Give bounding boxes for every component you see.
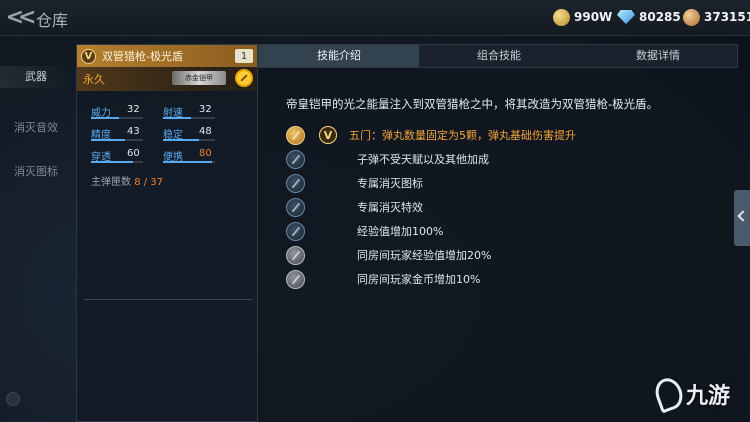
- ammo-info: 主弹匣数 8 / 37: [91, 173, 163, 188]
- stat-accuracy: 精度 43: [91, 125, 161, 143]
- stat-portability: 便携 80: [163, 147, 233, 165]
- side-expand-handle[interactable]: [734, 190, 750, 246]
- stat-power: 威力 32: [91, 103, 161, 121]
- restriction-icon[interactable]: [235, 69, 253, 87]
- tab-combo-skill[interactable]: 组合技能: [419, 45, 579, 67]
- top-bar: << 仓库 990W 80285 373151: [0, 0, 750, 36]
- feature-row: 专属消灭图标: [286, 173, 423, 193]
- stat-value: 80: [199, 148, 212, 159]
- nav-item-kill-sound[interactable]: 消灭音效: [0, 118, 72, 138]
- stat-value: 43: [127, 126, 140, 137]
- room-exp-icon: [286, 245, 305, 265]
- gold-currency: 990W: [553, 7, 612, 27]
- stat-fire-rate: 射速 32: [163, 103, 233, 121]
- feature-text: 专属消灭图标: [357, 177, 423, 190]
- shotgun-shell-icon: [286, 125, 305, 145]
- feature-text: 同房间玩家金币增加10%: [357, 273, 481, 286]
- page-title: 仓库: [36, 11, 69, 30]
- nav-item-kill-icon[interactable]: 消灭图标: [0, 162, 72, 182]
- weapon-duration: 永久: [83, 73, 105, 86]
- stat-bar: [91, 161, 133, 163]
- diamond-currency: 80285: [617, 7, 681, 27]
- stat-value: 32: [199, 104, 212, 115]
- vip-v-icon: V: [81, 48, 96, 64]
- kill-effect-icon: [286, 197, 305, 217]
- feature-row: 子弹不受天赋以及其他加成: [286, 149, 489, 169]
- back-icon[interactable]: <<: [4, 4, 37, 30]
- bullet-icon: [286, 149, 305, 169]
- ammo-value: 8 / 37: [134, 177, 164, 188]
- skill-content: 帝皇铠甲的光之能量注入到双管猎枪之中，将其改造为双管猎枪-极光盾。 V 五门：弹…: [258, 68, 738, 422]
- gold-amount: 990W: [574, 10, 613, 24]
- skill-description: 帝皇铠甲的光之能量注入到双管猎枪之中，将其改造为双管猎枪-极光盾。: [286, 97, 659, 111]
- vip-v-icon: V: [319, 126, 337, 144]
- weapon-name: 双管猎枪-极光盾: [102, 50, 183, 63]
- feature-text: 经验值增加100%: [357, 225, 444, 238]
- feature-row: V 五门：弹丸数量固定为5颗，弹丸基础伤害提升: [286, 125, 576, 145]
- stat-bar: [91, 117, 119, 119]
- stat-bar: [91, 139, 125, 141]
- stat-value: 60: [127, 148, 140, 159]
- stat-value: 32: [127, 104, 140, 115]
- weapon-count-badge: 1: [235, 49, 253, 63]
- weapon-subheader: 永久 赤金铠甲: [77, 67, 257, 91]
- stat-bar: [163, 139, 199, 141]
- stat-stability: 稳定 48: [163, 125, 233, 143]
- room-coin-icon: [286, 269, 305, 289]
- jiuyou-logo-icon: [651, 374, 687, 414]
- ammo-label: 主弹匣数: [91, 177, 131, 188]
- feature-text: 同房间玩家经验值增加20%: [357, 249, 492, 262]
- exp-icon: [286, 221, 305, 241]
- coin-icon: [683, 8, 700, 26]
- stat-bar: [163, 117, 191, 119]
- coin-currency: 373151: [683, 7, 750, 27]
- tab-data-details[interactable]: 数据详情: [579, 45, 737, 67]
- gold-icon: [553, 8, 570, 26]
- feature-text: 专属消灭特效: [357, 201, 423, 214]
- stat-penetration: 穿透 60: [91, 147, 161, 165]
- watermark-text: 九游: [686, 384, 731, 409]
- feature-text: 五门：弹丸数量固定为5颗，弹丸基础伤害提升: [349, 129, 576, 142]
- nav-scroll-dot: [6, 392, 20, 406]
- feature-text: 子弹不受天赋以及其他加成: [357, 153, 489, 166]
- feature-row: 同房间玩家金币增加10%: [286, 269, 480, 289]
- feature-row: 经验值增加100%: [286, 221, 443, 241]
- stat-bar: [163, 161, 212, 163]
- weapon-panel: V 双管猎枪-极光盾 1 永久 赤金铠甲 威力 32 射速 32 精度 43 稳…: [76, 44, 258, 422]
- watermark: 九游: [651, 374, 731, 414]
- panel-divider: [83, 299, 253, 300]
- stat-value: 48: [199, 126, 212, 137]
- nav-item-weapon[interactable]: 武器: [0, 66, 72, 88]
- feature-row: 同房间玩家经验值增加20%: [286, 245, 491, 265]
- coin-amount: 373151: [704, 10, 750, 24]
- diamond-amount: 80285: [639, 10, 681, 24]
- kill-icon-icon: [286, 173, 305, 193]
- diamond-icon: [617, 10, 635, 24]
- weapon-thumbnail: 赤金铠甲: [172, 71, 226, 85]
- detail-tabs: 技能介绍 组合技能 数据详情: [258, 44, 738, 68]
- category-nav: 武器 消灭音效 消灭图标: [0, 36, 72, 422]
- feature-row: 专属消灭特效: [286, 197, 423, 217]
- weapon-header: V 双管猎枪-极光盾 1: [77, 45, 257, 67]
- tab-skill-intro[interactable]: 技能介绍: [259, 45, 419, 67]
